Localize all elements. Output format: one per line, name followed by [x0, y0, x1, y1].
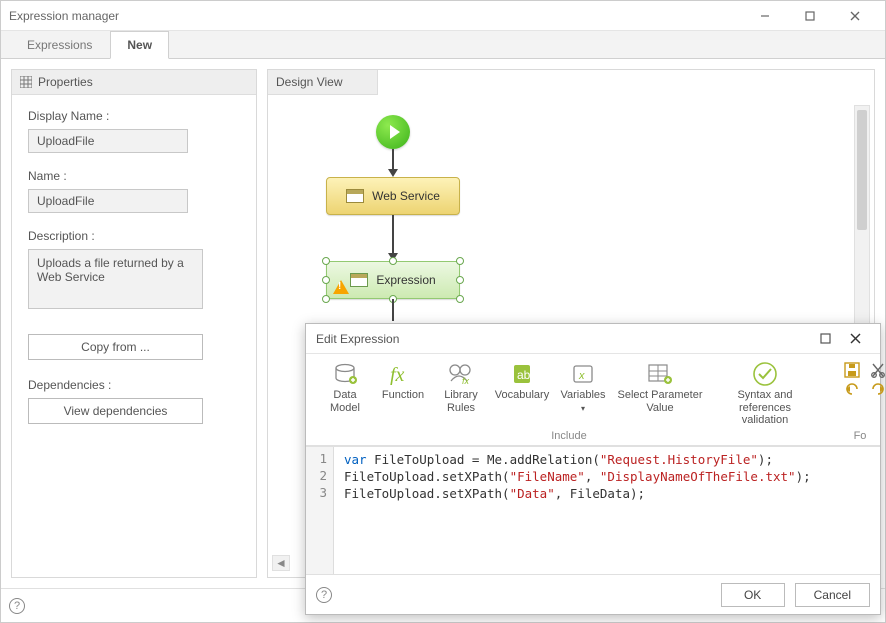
maximize-icon — [820, 333, 831, 344]
library-rules-label: LibraryRules — [444, 389, 478, 414]
vocabulary-label: Vocabulary — [495, 389, 549, 402]
undo-icon[interactable] — [844, 382, 860, 398]
scroll-left-button[interactable]: ◄ — [272, 555, 290, 571]
expression-node[interactable]: Expression — [326, 261, 460, 299]
node-expr-icon — [350, 273, 368, 287]
dependencies-label: Dependencies : — [28, 378, 240, 392]
tab-expressions[interactable]: Expressions — [11, 32, 108, 58]
variables-icon: x — [569, 362, 597, 386]
warning-icon — [333, 280, 349, 294]
include-group-caption: Include — [312, 430, 826, 442]
close-button[interactable] — [832, 1, 877, 30]
selection-handle[interactable] — [322, 276, 330, 284]
app-window: Expression manager Expressions New Prope… — [0, 0, 886, 623]
titlebar: Expression manager — [1, 1, 885, 31]
svg-text:x: x — [578, 370, 585, 382]
grid-icon — [20, 76, 32, 88]
variables-label: Variables▾ — [560, 389, 605, 414]
name-input[interactable] — [28, 189, 188, 213]
format-group: Fo — [838, 358, 882, 441]
selection-handle[interactable] — [456, 295, 464, 303]
selection-handle[interactable] — [322, 295, 330, 303]
minimize-icon — [760, 11, 770, 21]
save-icon[interactable] — [844, 362, 860, 378]
data-model-label: DataModel — [330, 389, 360, 414]
cut-icon[interactable] — [870, 362, 886, 378]
help-icon[interactable]: ? — [316, 587, 332, 603]
dialog-ribbon: DataModel fx Function fx LibraryRules — [306, 354, 880, 446]
display-name-label: Display Name : — [28, 109, 240, 123]
library-rules-button[interactable]: fx LibraryRules — [434, 360, 488, 439]
top-tabs: Expressions New — [1, 31, 885, 59]
display-name-input[interactable] — [28, 129, 188, 153]
design-header: Design View — [268, 70, 378, 95]
code-text[interactable]: var FileToUpload = Me.addRelation("Reque… — [334, 447, 880, 574]
redo-icon[interactable] — [870, 382, 886, 398]
web-service-label: Web Service — [372, 189, 440, 203]
variables-button[interactable]: x Variables▾ — [556, 360, 610, 439]
library-icon: fx — [447, 362, 475, 386]
connector — [392, 299, 394, 321]
description-label: Description : — [28, 229, 240, 243]
selection-handle[interactable] — [456, 257, 464, 265]
code-editor[interactable]: 1 2 3 var FileToUpload = Me.addRelation(… — [306, 446, 880, 574]
selection-handle[interactable] — [322, 257, 330, 265]
dialog-titlebar: Edit Expression — [306, 324, 880, 354]
format-group-caption: Fo — [838, 430, 882, 442]
properties-body: Display Name : Name : Description : Uplo… — [12, 95, 256, 577]
scrollbar-thumb[interactable] — [857, 110, 867, 230]
chevron-down-icon: ▾ — [581, 404, 585, 413]
dialog-close-button[interactable] — [840, 325, 870, 353]
arrow-head-icon — [388, 169, 398, 177]
tab-new[interactable]: New — [110, 31, 169, 59]
ok-button[interactable]: OK — [721, 583, 785, 607]
web-service-node[interactable]: Web Service — [326, 177, 460, 215]
line-gutter: 1 2 3 — [306, 447, 334, 574]
properties-header: Properties — [12, 70, 256, 95]
table-plus-icon — [646, 362, 674, 386]
dialog-footer: ? OK Cancel — [306, 574, 880, 614]
edit-expression-dialog: Edit Expression DataModel — [305, 323, 881, 615]
select-parameter-value-button[interactable]: Select ParameterValue — [614, 360, 706, 439]
cancel-button[interactable]: Cancel — [795, 583, 870, 607]
start-node[interactable] — [376, 115, 410, 149]
vocabulary-icon: ab — [508, 362, 536, 386]
help-icon[interactable]: ? — [9, 598, 25, 614]
svg-text:ab: ab — [517, 368, 531, 382]
description-textarea[interactable]: Uploads a file returned by a Web Service — [28, 249, 203, 309]
selection-handle[interactable] — [456, 276, 464, 284]
window-controls — [742, 1, 877, 30]
connector — [392, 215, 394, 255]
window-title: Expression manager — [9, 9, 742, 23]
connector — [392, 149, 394, 171]
dialog-title: Edit Expression — [316, 332, 399, 346]
function-label: Function — [382, 389, 424, 402]
copy-from-button[interactable]: Copy from ... — [28, 334, 203, 360]
svg-text:fx: fx — [462, 376, 470, 385]
syntax-validation-button[interactable]: Syntax and referencesvalidation — [710, 360, 820, 439]
node-web-icon — [346, 189, 364, 203]
expression-label: Expression — [376, 273, 435, 287]
maximize-icon — [805, 11, 815, 21]
selection-handle[interactable] — [389, 257, 397, 265]
data-model-button[interactable]: DataModel — [318, 360, 372, 439]
syntax-label: Syntax and referencesvalidation — [710, 389, 820, 427]
maximize-button[interactable] — [787, 1, 832, 30]
svg-text:fx: fx — [390, 364, 405, 385]
close-icon — [850, 11, 860, 21]
function-icon: fx — [389, 362, 417, 386]
properties-panel: Properties Display Name : Name : Descrip… — [11, 69, 257, 578]
close-icon — [850, 333, 861, 344]
minimize-button[interactable] — [742, 1, 787, 30]
dialog-maximize-button[interactable] — [810, 325, 840, 353]
vocabulary-button[interactable]: ab Vocabulary — [492, 360, 552, 439]
select-param-label: Select ParameterValue — [618, 389, 703, 414]
function-button[interactable]: fx Function — [376, 360, 430, 439]
design-title: Design View — [276, 75, 342, 89]
properties-title: Properties — [38, 75, 93, 89]
check-circle-icon — [751, 362, 779, 386]
database-icon — [331, 362, 359, 386]
name-label: Name : — [28, 169, 240, 183]
view-dependencies-button[interactable]: View dependencies — [28, 398, 203, 424]
